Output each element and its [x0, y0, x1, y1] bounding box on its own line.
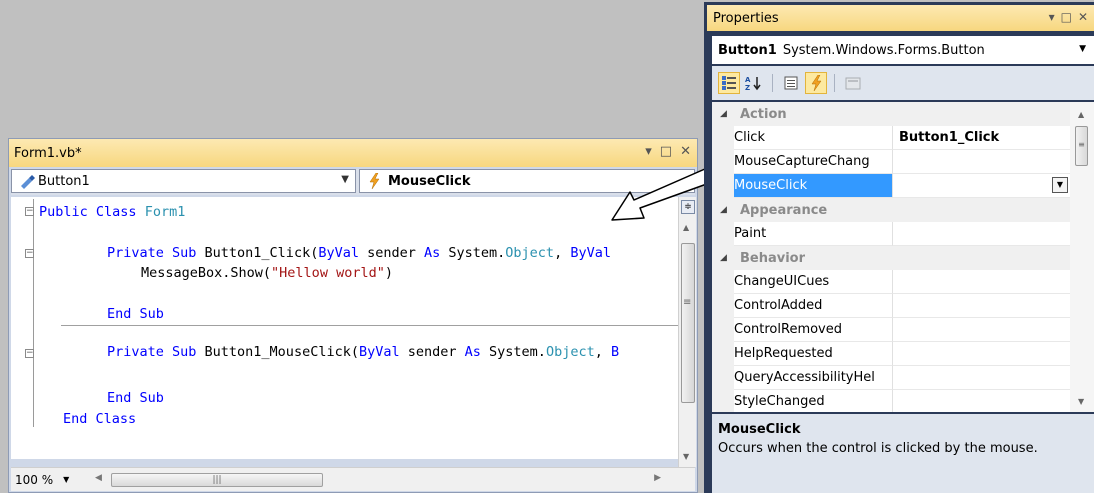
- chevron-down-icon[interactable]: ▼: [341, 174, 349, 185]
- property-value[interactable]: [893, 150, 1070, 174]
- code-line: MessageBox.Show("Hellow world"): [141, 265, 393, 281]
- scroll-down-icon[interactable]: ▼: [1078, 397, 1084, 406]
- property-row-click[interactable]: Click Button1_Click: [712, 126, 1070, 150]
- property-value[interactable]: [893, 222, 1070, 246]
- editor-tab-title[interactable]: Form1.vb*: [14, 146, 82, 161]
- method-name-value: MouseClick: [388, 173, 471, 189]
- property-row-mouseclick[interactable]: MouseClick ▼: [712, 174, 1070, 198]
- scroll-right-icon[interactable]: ▶: [654, 473, 661, 483]
- code-line: Public Class Form1: [39, 204, 186, 220]
- class-name-combo[interactable]: Button1 ▼: [11, 169, 356, 193]
- property-value[interactable]: [893, 342, 1070, 366]
- property-name: MouseClick: [712, 174, 893, 198]
- outline-guide: [33, 199, 34, 427]
- code-line: End Class: [63, 411, 137, 427]
- properties-toolbar: AZ: [712, 66, 1094, 100]
- property-row-controlremoved[interactable]: ControlRemoved: [712, 318, 1070, 342]
- code-line: End Sub: [107, 390, 164, 406]
- object-name: Button1: [718, 42, 777, 58]
- property-row-changeuicues[interactable]: ChangeUICues: [712, 270, 1070, 294]
- scroll-up-icon[interactable]: ▲: [1078, 110, 1084, 119]
- collapse-icon[interactable]: −: [25, 349, 34, 358]
- chevron-down-icon[interactable]: ▼: [1052, 177, 1068, 193]
- lightning-icon: [369, 173, 380, 189]
- properties-titlebar[interactable]: Properties ▾ □ ✕: [707, 5, 1094, 31]
- editor-bottom-bar: 100 % ▼ ◀ ||| ▶: [11, 467, 695, 491]
- horizontal-scrollbar[interactable]: ◀ ||| ▶: [93, 472, 663, 488]
- collapse-icon[interactable]: −: [25, 249, 34, 258]
- svg-text:A: A: [745, 76, 751, 84]
- property-name: QueryAccessibilityHel: [712, 366, 893, 390]
- property-name: ControlRemoved: [712, 318, 893, 342]
- collapse-triangle-icon[interactable]: ◢: [720, 109, 727, 119]
- property-name: HelpRequested: [712, 342, 893, 366]
- grip-icon: ≡: [683, 297, 692, 308]
- events-lightning-icon[interactable]: [805, 72, 827, 94]
- description-text: Occurs when the control is clicked by th…: [718, 441, 1038, 456]
- property-row-stylechanged[interactable]: StyleChanged: [712, 390, 1070, 412]
- property-name: StyleChanged: [712, 390, 893, 412]
- code-editor-window: Form1.vb* ▾ □ ✕ Button1 ▼ MouseClick − −…: [8, 138, 698, 493]
- scroll-thumb[interactable]: |||: [111, 472, 323, 487]
- property-row-paint[interactable]: Paint: [712, 222, 1070, 246]
- close-icon[interactable]: ✕: [1078, 10, 1088, 24]
- toolbar-separator: [834, 74, 835, 92]
- code-line: Private Sub Button1_Click(ByVal sender A…: [107, 245, 611, 261]
- scroll-left-icon[interactable]: ◀: [95, 473, 102, 483]
- collapse-icon[interactable]: −: [25, 207, 34, 216]
- property-name: Click: [712, 126, 893, 150]
- chevron-down-icon[interactable]: ▼: [63, 475, 69, 484]
- property-name: ControlAdded: [712, 294, 893, 318]
- property-name: ChangeUICues: [712, 270, 893, 294]
- toolbar-separator: [772, 74, 773, 92]
- zoom-selector[interactable]: 100 % ▼: [11, 473, 93, 487]
- property-grid: ◢ Action Click Button1_Click MouseCaptur…: [712, 102, 1094, 412]
- property-row-controladded[interactable]: ControlAdded: [712, 294, 1070, 318]
- maximize-icon[interactable]: □: [1061, 10, 1072, 24]
- property-row-helprequested[interactable]: HelpRequested: [712, 342, 1070, 366]
- property-name: Paint: [712, 222, 893, 246]
- category-appearance[interactable]: ◢ Appearance: [712, 198, 1070, 222]
- property-value[interactable]: Button1_Click: [893, 126, 1070, 150]
- category-action[interactable]: ◢ Action: [712, 102, 1070, 126]
- category-behavior[interactable]: ◢ Behavior: [712, 246, 1070, 270]
- property-value[interactable]: [893, 294, 1070, 318]
- zoom-value: 100 %: [15, 472, 54, 487]
- code-line: End Sub: [107, 306, 164, 322]
- scroll-down-icon[interactable]: ▼: [683, 452, 689, 461]
- method-separator: [61, 325, 678, 326]
- svg-text:Z: Z: [745, 84, 750, 91]
- property-pages-icon[interactable]: [842, 72, 864, 94]
- scroll-thumb[interactable]: ≡: [1075, 126, 1088, 166]
- control-icon: [21, 175, 35, 189]
- categorized-icon[interactable]: [718, 72, 740, 94]
- code-text-area[interactable]: − − − Public Class Form1 Private Sub But…: [11, 197, 678, 459]
- properties-title: Properties: [713, 10, 779, 26]
- collapse-triangle-icon[interactable]: ◢: [720, 205, 727, 215]
- code-line: Private Sub Button1_MouseClick(ByVal sen…: [107, 344, 620, 360]
- dropdown-icon[interactable]: ▾: [1049, 10, 1055, 24]
- chevron-down-icon[interactable]: ▼: [1079, 44, 1086, 54]
- description-title: MouseClick: [718, 422, 801, 437]
- navigation-bar: Button1 ▼ MouseClick: [11, 169, 695, 195]
- grid-vertical-scrollbar[interactable]: ▲ ≡ ▼: [1070, 102, 1094, 412]
- property-value[interactable]: ▼: [893, 174, 1070, 198]
- object-type: System.Windows.Forms.Button: [782, 42, 985, 58]
- properties-window: Properties ▾ □ ✕ Button1 System.Windows.…: [704, 2, 1094, 493]
- description-panel: MouseClick Occurs when the control is cl…: [712, 414, 1094, 493]
- property-row-mousecapturechanged[interactable]: MouseCaptureChang: [712, 150, 1070, 174]
- property-value[interactable]: [893, 366, 1070, 390]
- editor-titlebar[interactable]: Form1.vb* ▾ □ ✕: [9, 139, 697, 167]
- class-name-value: Button1: [38, 173, 90, 189]
- alphabetical-icon[interactable]: AZ: [743, 72, 765, 94]
- property-value[interactable]: [893, 318, 1070, 342]
- scroll-thumb[interactable]: [681, 243, 695, 403]
- property-name: MouseCaptureChang: [712, 150, 893, 174]
- property-value[interactable]: [893, 270, 1070, 294]
- property-row-queryaccessibilityhelp[interactable]: QueryAccessibilityHel: [712, 366, 1070, 390]
- object-selector[interactable]: Button1 System.Windows.Forms.Button ▼: [712, 36, 1094, 64]
- collapse-triangle-icon[interactable]: ◢: [720, 253, 727, 263]
- properties-icon[interactable]: [780, 72, 802, 94]
- property-value[interactable]: [893, 390, 1070, 412]
